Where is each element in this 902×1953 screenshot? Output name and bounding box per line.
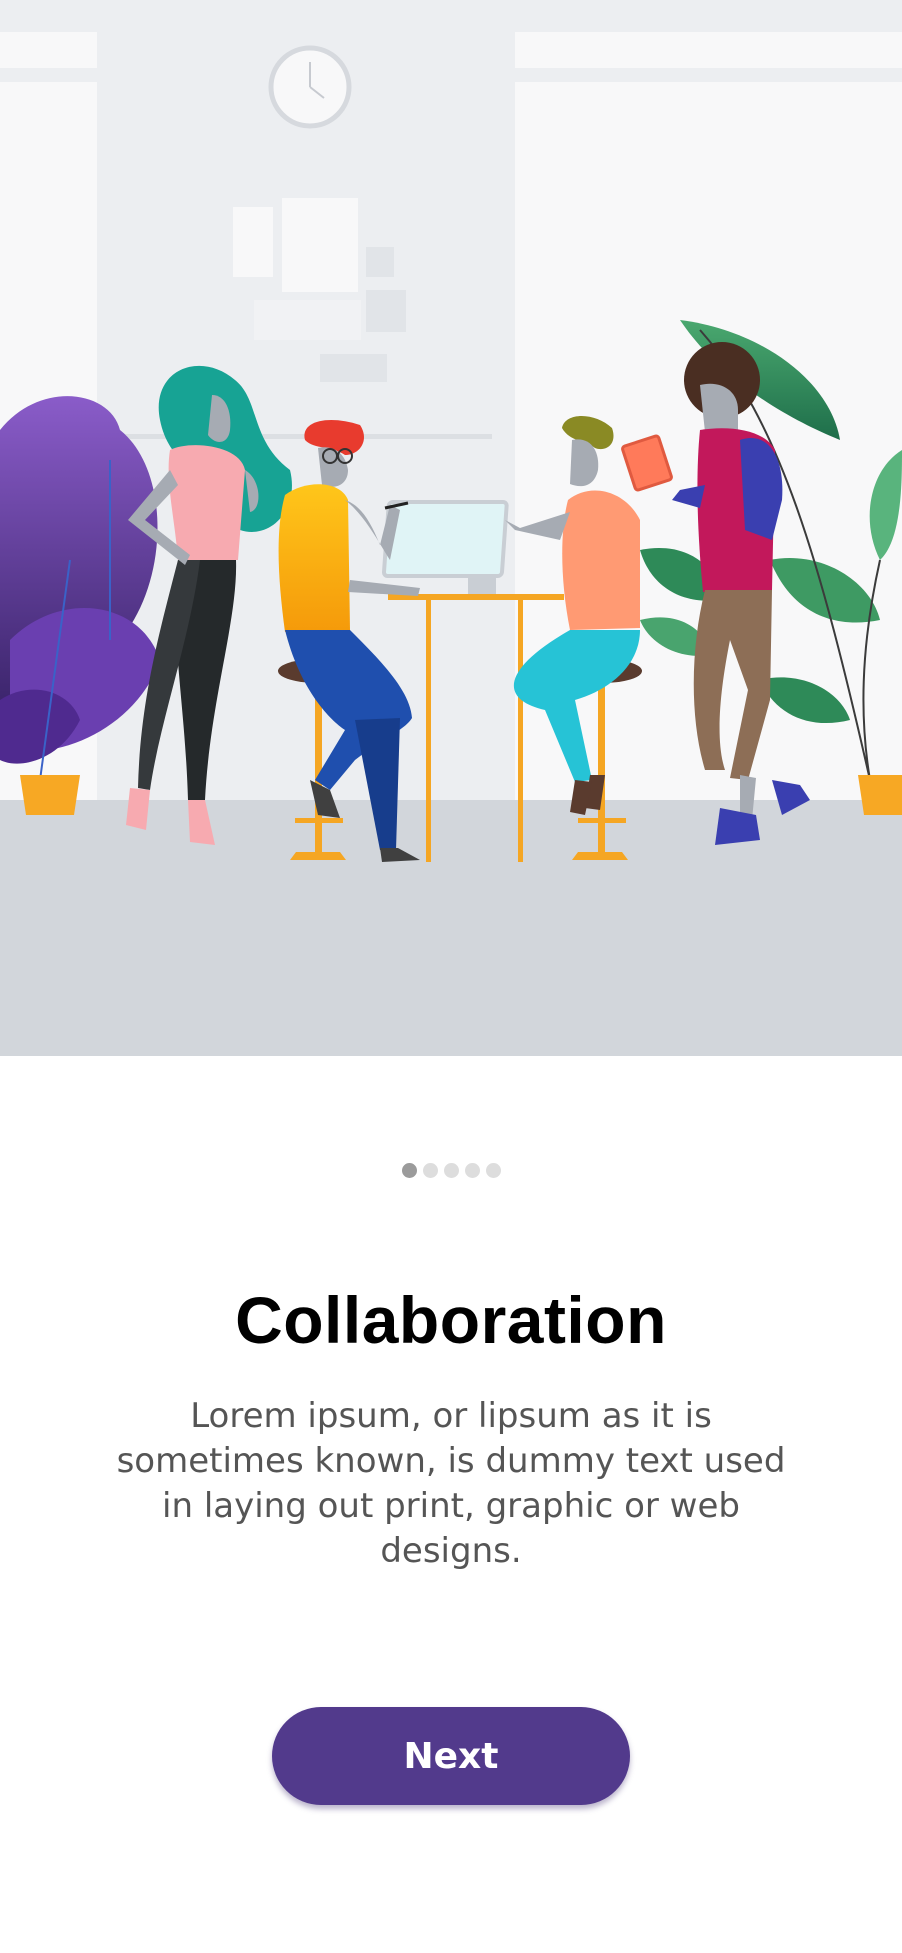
wall-paper bbox=[233, 207, 273, 277]
onboarding-description: Lorem ipsum, or lipsum as it is sometime… bbox=[116, 1396, 786, 1571]
page-indicator bbox=[0, 1163, 902, 1178]
page-dot[interactable] bbox=[443, 1163, 459, 1178]
window-left-top bbox=[0, 32, 97, 68]
page-dot[interactable] bbox=[485, 1163, 501, 1178]
onboarding-screen: Collaboration Lorem ipsum, or lipsum as … bbox=[0, 0, 902, 1953]
next-button-label: Next bbox=[403, 1735, 499, 1777]
floor bbox=[0, 800, 902, 1056]
window-right-top bbox=[515, 32, 902, 68]
wall-paper bbox=[282, 198, 358, 292]
next-button[interactable]: Next bbox=[272, 1707, 630, 1805]
onboarding-title: Collaboration bbox=[235, 1283, 667, 1357]
page-dot[interactable] bbox=[464, 1163, 480, 1178]
collaboration-illustration bbox=[0, 0, 902, 1056]
page-dot[interactable] bbox=[422, 1163, 438, 1178]
illustration-svg bbox=[0, 0, 902, 1056]
page-dot-active[interactable] bbox=[401, 1163, 417, 1178]
